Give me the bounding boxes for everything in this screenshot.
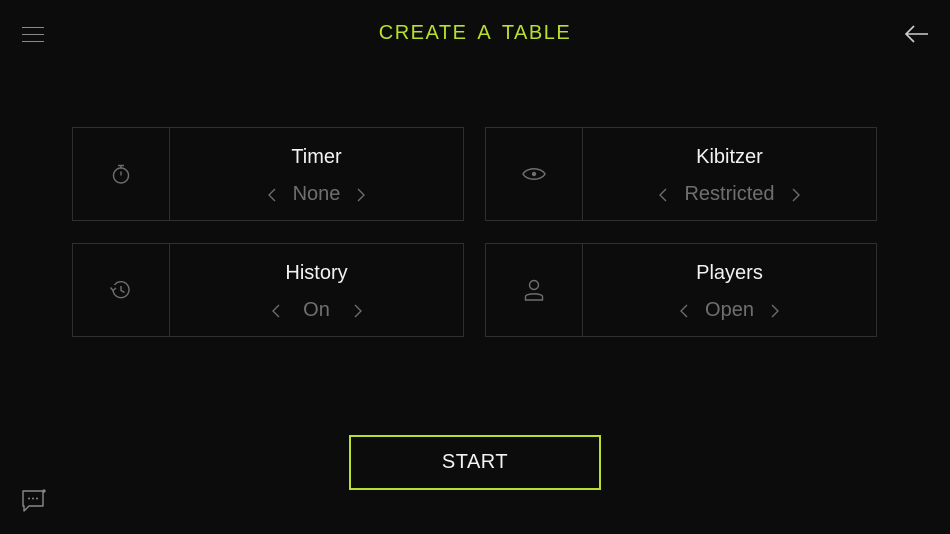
setting-content: Timer None (170, 128, 463, 220)
page-title: CREATE A TABLE (378, 22, 572, 44)
setting-icon-cell (73, 128, 170, 220)
setting-label-kibitzer: Kibitzer (696, 146, 763, 168)
setting-value-players: Open (705, 299, 754, 321)
setting-card-kibitzer: Kibitzer Restricted (485, 127, 877, 221)
setting-label-players: Players (696, 262, 763, 284)
chevron-right-icon[interactable] (789, 184, 803, 206)
setting-value-kibitzer: Restricted (684, 183, 775, 205)
person-icon (524, 279, 544, 301)
chevron-right-icon[interactable] (354, 184, 368, 206)
eye-icon (522, 168, 546, 180)
chevron-right-icon[interactable] (768, 300, 782, 322)
setting-content: Players Open (583, 244, 876, 336)
setting-card-history: History On (72, 243, 464, 337)
setting-card-players: Players Open (485, 243, 877, 337)
setting-value-history: On (303, 299, 330, 321)
setting-icon-cell (73, 244, 170, 336)
setting-selector-kibitzer: Restricted (583, 183, 876, 206)
setting-label-timer: Timer (291, 146, 342, 168)
setting-content: Kibitzer Restricted (583, 128, 876, 220)
setting-icon-cell (486, 244, 583, 336)
chevron-left-icon[interactable] (656, 184, 670, 206)
setting-label-history: History (285, 262, 348, 284)
setting-selector-players: Open (583, 299, 876, 322)
setting-selector-timer: None (170, 183, 463, 206)
setting-selector-history: On (170, 299, 463, 322)
setting-value-timer: None (292, 183, 341, 205)
setting-icon-cell (486, 128, 583, 220)
chevron-left-icon[interactable] (265, 184, 279, 206)
arrow-left-icon[interactable] (902, 20, 932, 48)
create-table-screen: CREATE A TABLE Timer None Kibitzer Restr… (0, 0, 950, 534)
chevron-left-icon[interactable] (677, 300, 691, 322)
stopwatch-icon (112, 164, 130, 184)
chevron-right-icon[interactable] (351, 300, 365, 322)
chevron-left-icon[interactable] (269, 300, 283, 322)
start-button[interactable]: START (349, 435, 601, 490)
history-icon (109, 281, 130, 299)
setting-content: History On (170, 244, 463, 336)
setting-card-timer: Timer None (72, 127, 464, 221)
chat-icon[interactable] (20, 488, 48, 514)
